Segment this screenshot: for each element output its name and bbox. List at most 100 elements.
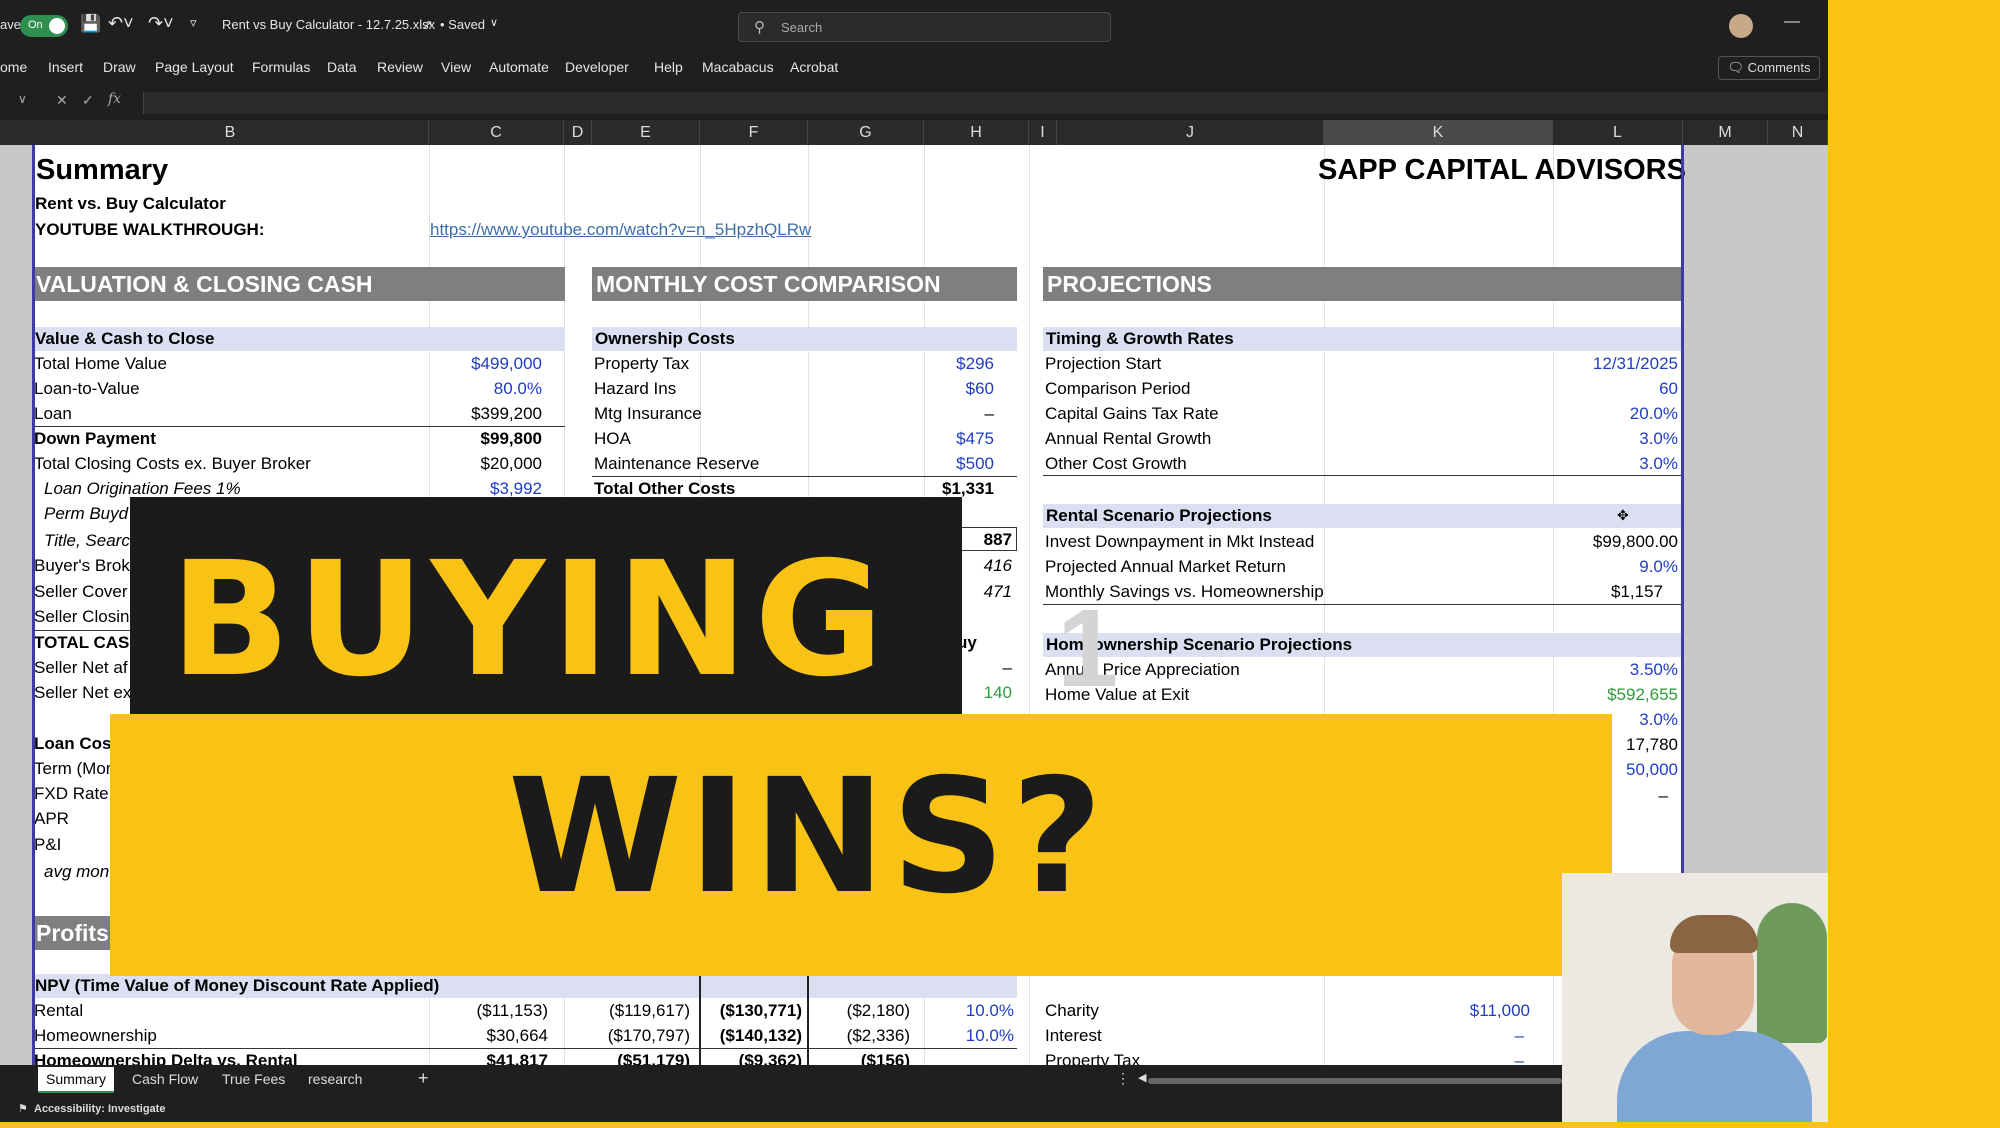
saved-status[interactable]: • Saved [440, 17, 485, 32]
chevron-down-icon[interactable]: ∨ [490, 16, 498, 29]
home-appreciation[interactable]: 3.50% [1553, 659, 1678, 681]
npv-rental-g[interactable]: ($2,180) [810, 1000, 910, 1022]
val-label-loan[interactable]: Loan [34, 403, 72, 425]
youtube-link[interactable]: https://www.youtube.com/watch?v=n_5HpzhQ… [430, 219, 811, 241]
tab-help[interactable]: Help [654, 59, 683, 75]
avatar[interactable] [1729, 14, 1753, 38]
name-box-dropdown-icon[interactable]: ∨ [18, 92, 27, 106]
save-icon[interactable]: 💾 [80, 14, 101, 34]
tab-automate[interactable]: Automate [489, 59, 549, 75]
sheet-tab-research[interactable]: research [308, 1071, 362, 1087]
tab-macabacus[interactable]: Macabacus [702, 59, 774, 75]
col-header-i[interactable]: I [1029, 120, 1057, 145]
val-loan[interactable]: $399,200 [430, 403, 542, 425]
own-maintenance[interactable]: $500 [924, 453, 994, 475]
npv-home-c[interactable]: $30,664 [430, 1025, 548, 1047]
own-label-hazard-ins[interactable]: Hazard Ins [594, 378, 676, 400]
accessibility-status[interactable]: Accessibility: Investigate [34, 1103, 165, 1115]
own-label-property-tax[interactable]: Property Tax [594, 353, 689, 375]
redo-icon[interactable]: ↷˅ [148, 13, 174, 34]
scroll-left-icon[interactable]: ◀ [1138, 1071, 1146, 1084]
npv-label-rental[interactable]: Rental [34, 1000, 83, 1022]
own-hoa[interactable]: $475 [924, 428, 994, 450]
timing-cap-gains[interactable]: 20.0% [1553, 403, 1678, 425]
col-header-m[interactable]: M [1683, 120, 1768, 145]
tab-insert[interactable]: Insert [48, 59, 83, 75]
val-home-value[interactable]: $499,000 [430, 353, 542, 375]
sheet-tab-cash-flow[interactable]: Cash Flow [132, 1071, 198, 1087]
col-header-h[interactable]: H [924, 120, 1029, 145]
col-header-g[interactable]: G [808, 120, 924, 145]
col-header-k[interactable]: K [1324, 120, 1553, 145]
item-label-charity[interactable]: Charity [1045, 1000, 1099, 1022]
col-header-e[interactable]: E [592, 120, 700, 145]
formula-input[interactable] [143, 92, 1828, 114]
tab-acrobat[interactable]: Acrobat [790, 59, 838, 75]
own-label-maintenance[interactable]: Maintenance Reserve [594, 453, 759, 475]
npv-rental-h[interactable]: 10.0% [924, 1000, 1014, 1022]
home-value-exit[interactable]: $592,655 [1553, 684, 1678, 706]
timing-label-comparison-period[interactable]: Comparison Period [1045, 378, 1191, 400]
npv-home-h[interactable]: 10.0% [924, 1025, 1014, 1047]
npv-label-homeownership[interactable]: Homeownership [34, 1025, 157, 1047]
val-down-payment[interactable]: $99,800 [430, 428, 542, 450]
sheet-tab-summary[interactable]: Summary [38, 1067, 114, 1093]
tab-page-layout[interactable]: Page Layout [155, 59, 234, 75]
tab-review[interactable]: Review [377, 59, 423, 75]
rental-invest-down[interactable]: $99,800.00 [1553, 531, 1678, 553]
timing-label-projection-start[interactable]: Projection Start [1045, 353, 1161, 375]
val-label-total-cash[interactable]: TOTAL CASH [34, 632, 142, 654]
val-label-buyer-broker[interactable]: Buyer's Brok [34, 555, 130, 577]
horizontal-scrollbar[interactable] [1148, 1078, 1562, 1084]
val-label-title-search[interactable]: Title, Searc [44, 530, 130, 552]
val-label-seller-closing[interactable]: Seller Closin [34, 606, 129, 628]
val-label-perm-buydown[interactable]: Perm Buyd [44, 503, 128, 525]
timing-label-other-growth[interactable]: Other Cost Growth [1045, 453, 1187, 475]
npv-home-g[interactable]: ($2,336) [810, 1025, 910, 1047]
tab-home[interactable]: ome [0, 59, 27, 75]
item-interest[interactable]: – [1324, 1025, 1524, 1047]
val-label-seller-net-ex[interactable]: Seller Net ex [34, 682, 131, 704]
rental-market-return[interactable]: 9.0% [1553, 556, 1678, 578]
col-header-l[interactable]: L [1553, 120, 1683, 145]
share-icon[interactable]: ↗ [422, 17, 433, 33]
accessibility-icon[interactable]: ⚑ [18, 1102, 28, 1115]
timing-projection-start[interactable]: 12/31/2025 [1553, 353, 1678, 375]
own-property-tax[interactable]: $296 [924, 353, 994, 375]
val-label-closing-costs[interactable]: Total Closing Costs ex. Buyer Broker [34, 453, 311, 475]
col-header-n[interactable]: N [1768, 120, 1828, 145]
col-header-d[interactable]: D [564, 120, 592, 145]
own-mtg-insurance[interactable]: – [924, 403, 994, 425]
more-options-icon[interactable]: ⋮ [1116, 1070, 1130, 1087]
col-header-c[interactable]: C [429, 120, 564, 145]
loan-term-label[interactable]: Term (Mor [34, 758, 111, 780]
own-label-mtg-insurance[interactable]: Mtg Insurance [594, 403, 702, 425]
timing-label-rental-growth[interactable]: Annual Rental Growth [1045, 428, 1211, 450]
own-hazard-ins[interactable]: $60 [924, 378, 994, 400]
timing-rental-growth[interactable]: 3.0% [1553, 428, 1678, 450]
npv-rental-c[interactable]: ($11,153) [430, 1000, 548, 1022]
function-icon[interactable]: fx [108, 91, 121, 107]
npv-home-f[interactable]: ($140,132) [702, 1025, 802, 1047]
search-input[interactable]: ⚲ Search [738, 12, 1111, 42]
item-charity[interactable]: $11,000 [1324, 1000, 1530, 1022]
add-sheet-button[interactable]: + [418, 1068, 429, 1089]
val-label-down-payment[interactable]: Down Payment [34, 428, 156, 450]
val-label-seller-cover[interactable]: Seller Cover [34, 581, 128, 603]
loan-apr-label[interactable]: APR [34, 808, 69, 830]
minimize-icon[interactable]: — [1784, 13, 1800, 31]
col-header-j[interactable]: J [1057, 120, 1324, 145]
val-ltv[interactable]: 80.0% [430, 378, 542, 400]
own-label-hoa[interactable]: HOA [594, 428, 631, 450]
enter-icon[interactable]: ✓ [82, 92, 94, 109]
comments-button[interactable]: 🗨 Comments [1718, 56, 1820, 80]
val-label-home-value[interactable]: Total Home Value [34, 353, 167, 375]
rental-label-invest-down[interactable]: Invest Downpayment in Mkt Instead [1045, 531, 1314, 553]
col-header-f[interactable]: F [700, 120, 808, 145]
cancel-icon[interactable]: ✕ [56, 92, 68, 109]
tab-view[interactable]: View [441, 59, 471, 75]
sheet-tab-true-fees[interactable]: True Fees [222, 1071, 285, 1087]
rental-label-market-return[interactable]: Projected Annual Market Return [1045, 556, 1286, 578]
timing-other-growth[interactable]: 3.0% [1553, 453, 1678, 475]
customize-qat-icon[interactable]: ▿ [190, 15, 197, 31]
